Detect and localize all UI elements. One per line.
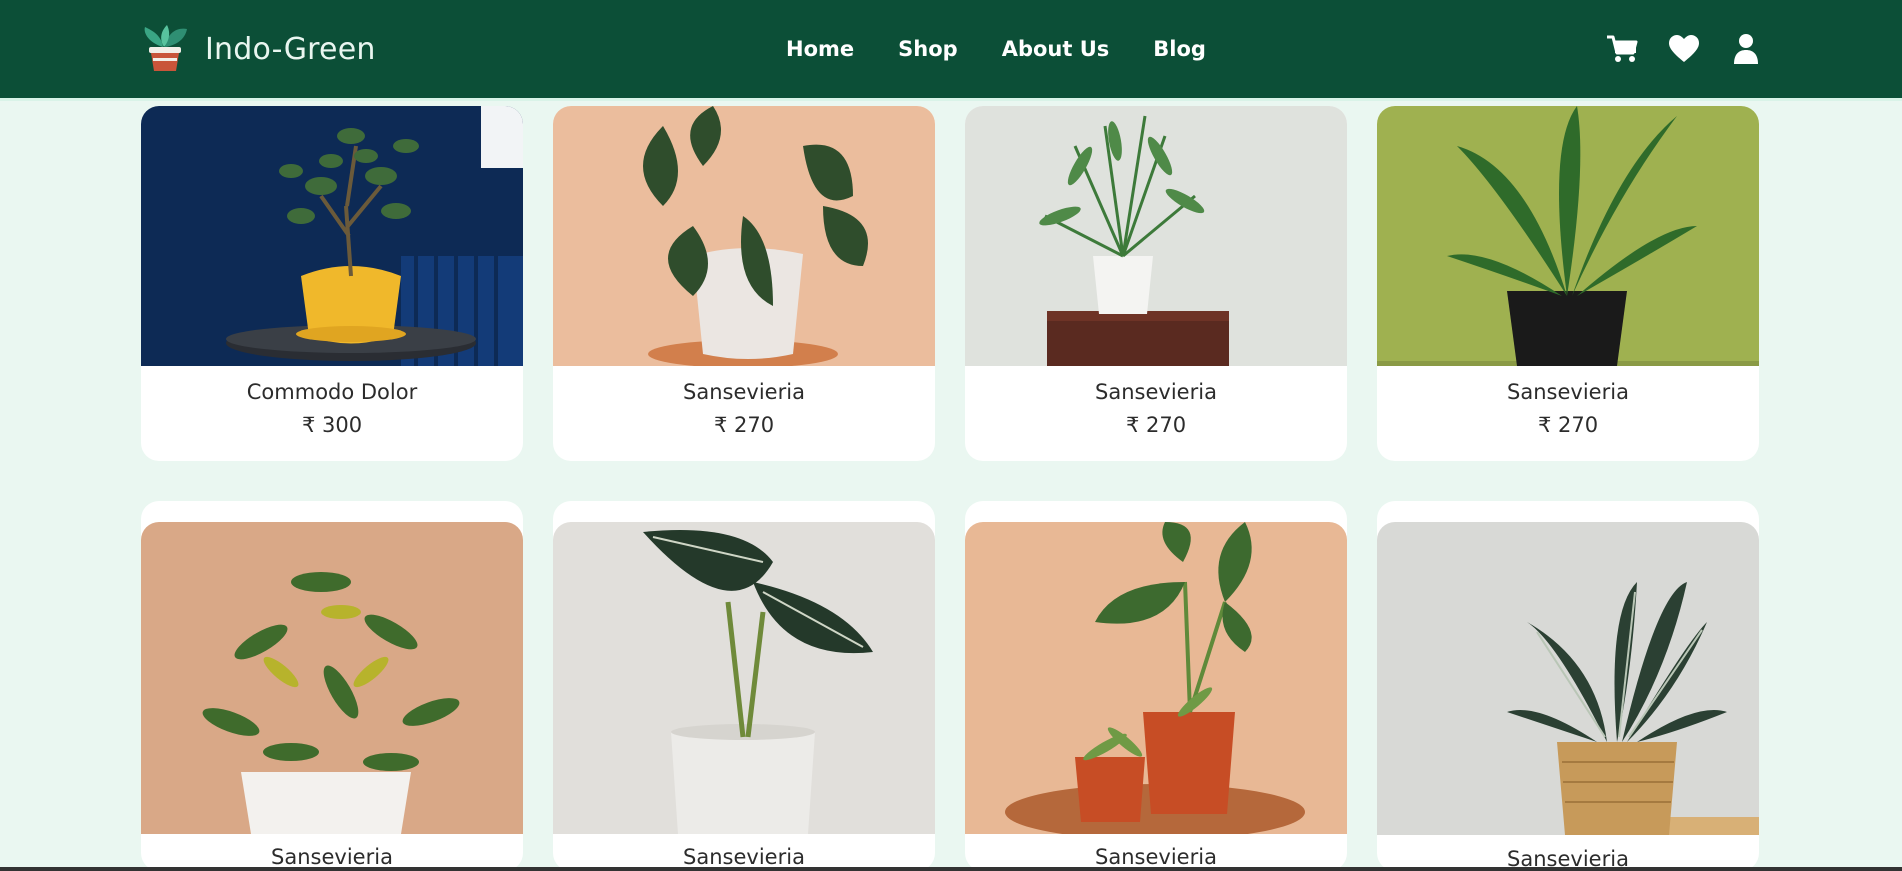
- product-name: Commodo Dolor: [246, 380, 418, 404]
- user-icon[interactable]: [1729, 33, 1763, 65]
- product-card[interactable]: Sansevieria: [965, 501, 1347, 871]
- top-navbar: Indo-Green Home Shop About Us Blog: [0, 0, 1902, 101]
- product-card[interactable]: Sansevieria ₹ 270: [965, 106, 1347, 461]
- product-name: Sansevieria: [683, 380, 805, 404]
- heart-icon[interactable]: [1667, 33, 1701, 65]
- product-card[interactable]: Sansevieria ₹ 270: [1377, 106, 1759, 461]
- product-image: [1377, 106, 1759, 366]
- product-card[interactable]: Sansevieria: [1377, 501, 1759, 871]
- header-icons: [1605, 33, 1763, 65]
- nav-blog-link[interactable]: Blog: [1153, 37, 1206, 61]
- product-card[interactable]: Sansevieria ₹ 270: [553, 106, 935, 461]
- product-card[interactable]: Commodo Dolor ₹ 300: [141, 106, 523, 461]
- product-name: Sansevieria: [1095, 845, 1217, 869]
- product-price: ₹ 270: [1537, 413, 1599, 437]
- cart-icon[interactable]: [1605, 33, 1639, 65]
- product-image: [965, 522, 1347, 834]
- nav-about-link[interactable]: About Us: [1002, 37, 1110, 61]
- product-price: ₹ 270: [1125, 413, 1187, 437]
- product-name: Sansevieria: [1507, 380, 1629, 404]
- product-card[interactable]: Sansevieria: [141, 501, 523, 871]
- nav-shop-link[interactable]: Shop: [898, 37, 958, 61]
- product-name: Sansevieria: [683, 845, 805, 869]
- brand[interactable]: Indo-Green: [139, 25, 376, 73]
- product-image: [553, 522, 935, 834]
- product-card[interactable]: Sansevieria: [553, 501, 935, 871]
- main-menu: Home Shop About Us Blog: [786, 37, 1206, 61]
- product-image: [1377, 522, 1759, 835]
- product-image: [965, 106, 1347, 366]
- brand-name: Indo-Green: [205, 31, 376, 67]
- window-bottom-edge: [0, 867, 1902, 871]
- product-image: [141, 522, 523, 834]
- potted-plant-logo: [139, 25, 191, 73]
- product-image: [553, 106, 935, 366]
- product-price: ₹ 270: [713, 413, 775, 437]
- product-image: [141, 106, 523, 366]
- product-name: Sansevieria: [1095, 380, 1217, 404]
- nav-home-link[interactable]: Home: [786, 37, 854, 61]
- product-name: Sansevieria: [271, 845, 393, 869]
- product-price: ₹ 300: [301, 413, 363, 437]
